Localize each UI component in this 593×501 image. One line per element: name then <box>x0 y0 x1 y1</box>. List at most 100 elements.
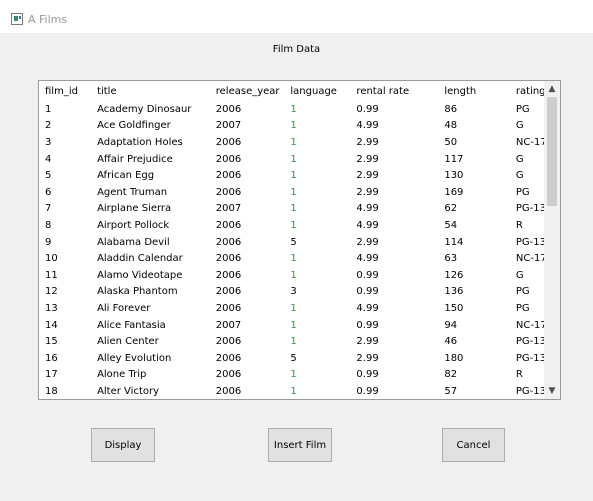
cell-film-id: 6 <box>45 186 52 198</box>
cell-film-id: 11 <box>45 269 58 281</box>
table-row[interactable]: 3 Adaptation Holes 2006 1 2.99 50 NC-17 <box>39 134 560 151</box>
cell-release-year: 2006 <box>215 186 242 198</box>
insert-film-button[interactable]: Insert Film <box>268 428 332 462</box>
cell-length: 130 <box>444 170 464 182</box>
table-row[interactable]: 9 Alabama Devil 2006 5 2.99 114 PG-13 <box>39 234 560 251</box>
cell-rental-rate: 2.99 <box>356 336 379 348</box>
table-row[interactable]: 6 Agent Truman 2006 1 2.99 169 PG <box>39 184 560 201</box>
table-row[interactable]: 12 Alaska Phantom 2006 3 0.99 136 PG <box>39 284 560 301</box>
cell-length: 54 <box>444 219 458 231</box>
table-row[interactable]: 13 Ali Forever 2006 1 4.99 150 PG <box>39 300 560 317</box>
vertical-scrollbar[interactable]: ▲ ▼ <box>544 81 560 399</box>
cell-title: Aladdin Calendar <box>97 253 183 265</box>
cell-release-year: 2006 <box>215 136 242 148</box>
cell-film-id: 10 <box>45 253 58 265</box>
cell-title: Alley Evolution <box>97 352 172 364</box>
table-header-row: film_id title release_year language rent… <box>39 81 560 101</box>
scroll-down-arrow-icon[interactable]: ▼ <box>544 383 560 399</box>
cell-language: 1 <box>290 136 297 148</box>
column-header-film-id[interactable]: film_id <box>39 81 91 101</box>
window-title: A Films <box>28 13 68 26</box>
cell-language: 1 <box>290 269 297 281</box>
cell-rental-rate: 2.99 <box>356 153 379 165</box>
app-window-icon <box>11 13 23 25</box>
cell-rental-rate: 0.99 <box>356 319 379 331</box>
cell-title: Affair Prejudice <box>97 153 173 165</box>
cell-rental-rate: 4.99 <box>356 120 379 132</box>
cell-release-year: 2006 <box>215 103 242 115</box>
cell-release-year: 2006 <box>215 286 242 298</box>
column-header-length[interactable]: length <box>438 81 510 101</box>
column-header-rental-rate[interactable]: rental rate <box>350 81 438 101</box>
table-row[interactable]: 17 Alone Trip 2006 1 0.99 82 R <box>39 367 560 384</box>
table-row[interactable]: 5 African Egg 2006 1 2.99 130 G <box>39 167 560 184</box>
panel-title: Film Data <box>272 44 321 55</box>
cell-rental-rate: 0.99 <box>356 286 379 298</box>
title-bar: A Films <box>0 0 593 33</box>
cell-language: 1 <box>290 336 297 348</box>
cell-length: 136 <box>444 286 464 298</box>
cancel-button[interactable]: Cancel <box>442 428 505 462</box>
cell-length: 114 <box>444 236 464 248</box>
table-row[interactable]: 8 Airport Pollock 2006 1 4.99 54 R <box>39 217 560 234</box>
cell-title: Alien Center <box>97 336 159 348</box>
cell-length: 50 <box>444 136 458 148</box>
cell-title: Adaptation Holes <box>97 136 183 148</box>
table-row[interactable]: 4 Affair Prejudice 2006 1 2.99 117 G <box>39 151 560 168</box>
cell-title: Academy Dinosaur <box>97 103 192 115</box>
cell-rental-rate: 2.99 <box>356 186 379 198</box>
scroll-up-arrow-icon[interactable]: ▲ <box>544 81 560 97</box>
cell-title: African Egg <box>97 170 155 182</box>
table-row[interactable]: 7 Airplane Sierra 2007 1 4.99 62 PG-13 <box>39 201 560 218</box>
cell-language: 1 <box>290 319 297 331</box>
cell-release-year: 2006 <box>215 219 242 231</box>
display-button[interactable]: Display <box>91 428 155 462</box>
cell-release-year: 2006 <box>215 336 242 348</box>
column-header-title[interactable]: title <box>91 81 210 101</box>
cell-rental-rate: 2.99 <box>356 136 379 148</box>
cell-language: 1 <box>290 120 297 132</box>
cell-length: 63 <box>444 253 458 265</box>
table-row[interactable]: 18 Alter Victory 2006 1 0.99 57 PG-13 <box>39 383 560 399</box>
cell-release-year: 2007 <box>215 203 242 215</box>
cell-rental-rate: 4.99 <box>356 203 379 215</box>
cell-title: Ace Goldfinger <box>97 120 171 132</box>
cell-length: 126 <box>444 269 464 281</box>
table-row[interactable]: 11 Alamo Videotape 2006 1 0.99 126 G <box>39 267 560 284</box>
cell-language: 1 <box>290 153 297 165</box>
table-row[interactable]: 15 Alien Center 2006 1 2.99 46 PG-13 <box>39 333 560 350</box>
cell-film-id: 15 <box>45 336 58 348</box>
table-row[interactable]: 1 Academy Dinosaur 2006 1 0.99 86 PG <box>39 101 560 118</box>
cell-film-id: 1 <box>45 103 52 115</box>
table-row[interactable]: 14 Alice Fantasia 2007 1 0.99 94 NC-17 <box>39 317 560 334</box>
cell-rental-rate: 0.99 <box>356 369 379 381</box>
cell-title: Alter Victory <box>97 385 160 397</box>
cell-film-id: 5 <box>45 170 52 182</box>
table-row[interactable]: 10 Aladdin Calendar 2006 1 4.99 63 NC-17 <box>39 250 560 267</box>
cell-film-id: 18 <box>45 385 58 397</box>
column-header-language[interactable]: language <box>284 81 350 101</box>
cell-length: 57 <box>444 385 458 397</box>
cell-rental-rate: 4.99 <box>356 302 379 314</box>
cell-language: 1 <box>290 253 297 265</box>
cell-language: 1 <box>290 203 297 215</box>
cell-film-id: 7 <box>45 203 52 215</box>
table-row[interactable]: 16 Alley Evolution 2006 5 2.99 180 PG-13 <box>39 350 560 367</box>
cell-release-year: 2006 <box>215 385 242 397</box>
cell-language: 5 <box>290 352 297 364</box>
cell-rental-rate: 0.99 <box>356 269 379 281</box>
column-header-release-year[interactable]: release_year <box>210 81 285 101</box>
table-row[interactable]: 2 Ace Goldfinger 2007 1 4.99 48 G <box>39 118 560 135</box>
cell-title: Ali Forever <box>97 302 151 314</box>
cell-title: Alabama Devil <box>97 236 170 248</box>
cell-length: 86 <box>444 103 458 115</box>
scroll-thumb[interactable] <box>547 97 557 206</box>
cell-language: 1 <box>290 170 297 182</box>
cell-language: 1 <box>290 385 297 397</box>
film-table[interactable]: film_id title release_year language rent… <box>38 80 561 400</box>
cell-length: 169 <box>444 186 464 198</box>
cell-rental-rate: 4.99 <box>356 219 379 231</box>
cell-language: 1 <box>290 302 297 314</box>
cell-title: Alamo Videotape <box>97 269 183 281</box>
cell-language: 1 <box>290 103 297 115</box>
